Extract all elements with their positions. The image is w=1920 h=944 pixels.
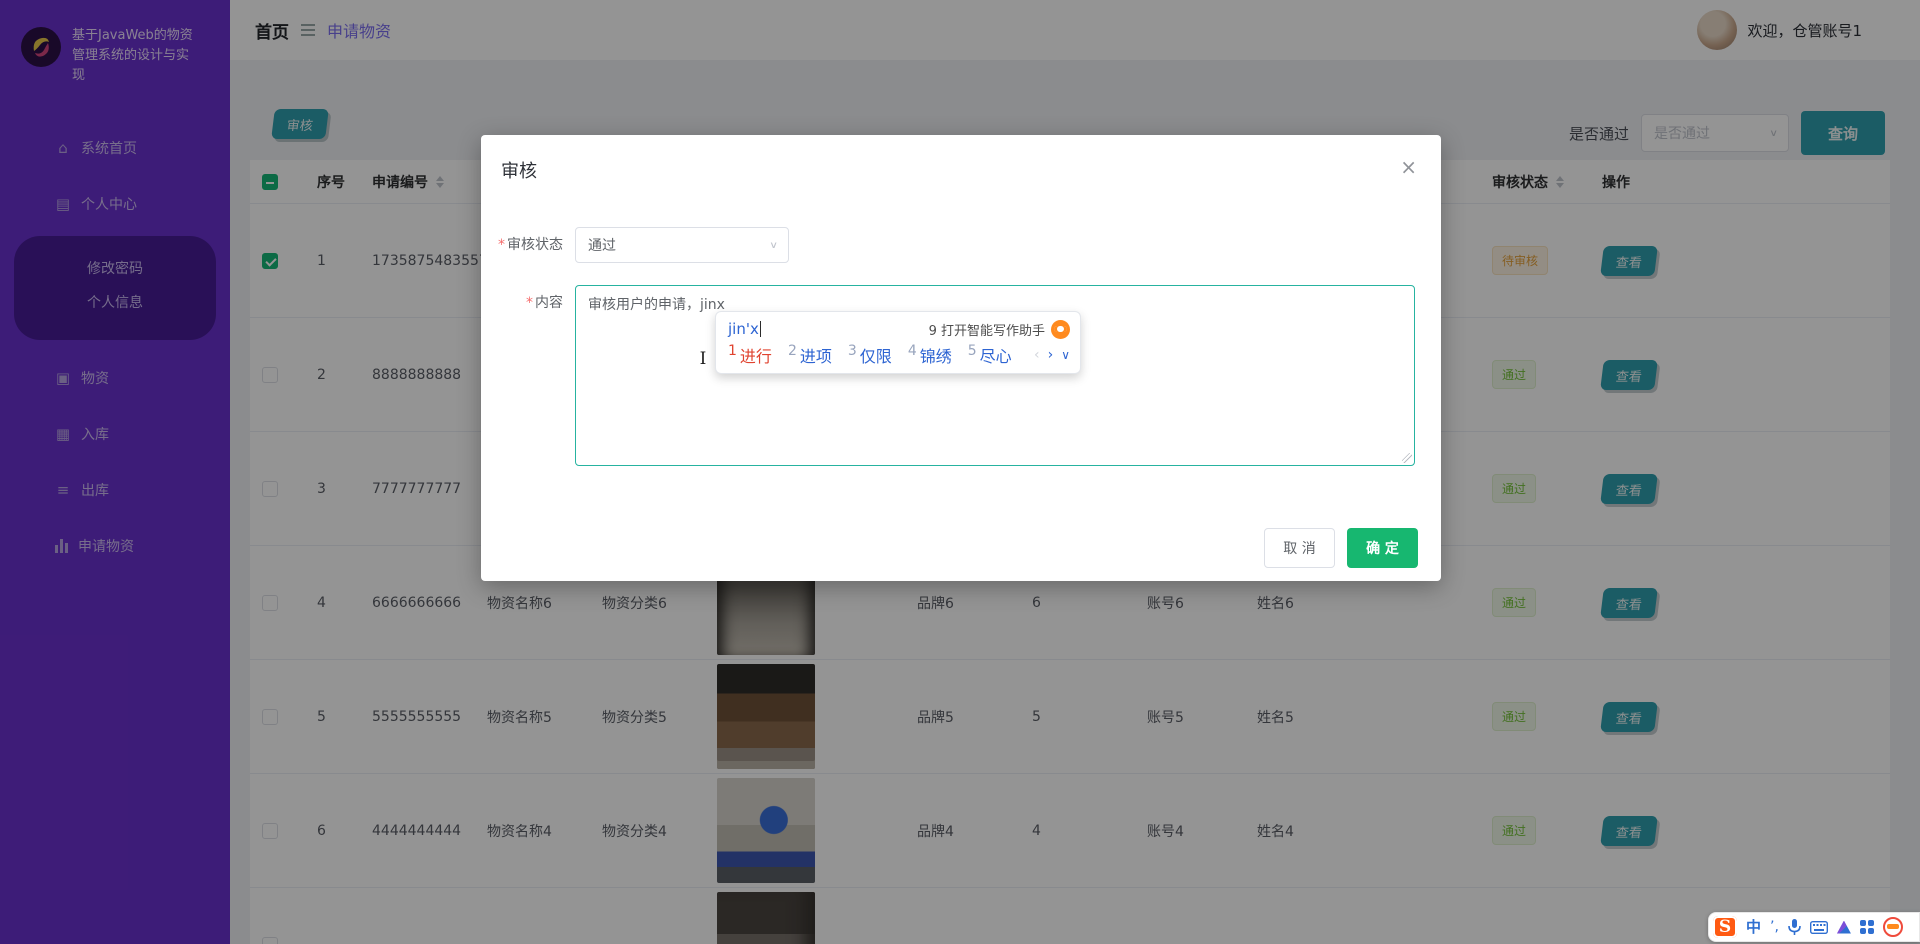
ime-candidate[interactable]: 5尽心: [968, 343, 1012, 367]
writing-assistant-icon[interactable]: [1051, 320, 1070, 339]
ime-candidate-list: 1进行 2进项 3仅限 4锦绣 5尽心 ‹ › ∨: [728, 341, 1070, 369]
resize-handle-icon[interactable]: [1402, 453, 1412, 463]
required-asterisk: *: [498, 237, 505, 253]
ime-candidate[interactable]: 2进项: [788, 343, 832, 367]
ime-candidate-window: jin'x 9 打开智能写作助手 1进行 2进项 3仅限 4锦绣 5尽心 ‹ › ∨: [715, 311, 1081, 374]
content-field-label: *内容: [481, 285, 575, 466]
close-icon[interactable]: ×: [1400, 157, 1417, 177]
prev-page-icon[interactable]: ‹: [1034, 347, 1040, 363]
audit-dialog: 审核 × *审核状态 通过 ∨ *内容 审核用户的申请，jinx I jin'x…: [481, 135, 1441, 581]
sogou-logo-icon[interactable]: S: [1713, 916, 1737, 938]
confirm-button[interactable]: 确 定: [1347, 528, 1418, 568]
expand-icon[interactable]: ∨: [1061, 348, 1070, 362]
chinese-mode-icon[interactable]: 中: [1746, 919, 1761, 935]
emoji-assistant-icon[interactable]: [1883, 917, 1903, 937]
ime-candidate[interactable]: 1进行: [728, 343, 772, 367]
microphone-icon[interactable]: [1788, 919, 1801, 936]
ime-candidate[interactable]: 4锦绣: [908, 343, 952, 367]
dialog-title: 审核: [501, 157, 537, 183]
audit-status-value: 通过: [588, 235, 769, 255]
ime-caret: [760, 321, 761, 337]
ime-composition: jin'x: [728, 320, 759, 338]
required-asterisk: *: [526, 295, 533, 311]
keyboard-icon[interactable]: [1810, 921, 1828, 934]
toolbox-icon[interactable]: [1860, 920, 1874, 934]
sogou-ime-toolbar: S 中 ’,: [1708, 912, 1920, 942]
status-field-label: *审核状态: [481, 227, 575, 263]
chevron-down-icon: ∨: [769, 239, 778, 250]
skin-theme-icon[interactable]: [1837, 921, 1851, 934]
cancel-button[interactable]: 取 消: [1264, 528, 1335, 568]
audit-status-select[interactable]: 通过 ∨: [575, 227, 789, 263]
ime-candidate[interactable]: 3仅限: [848, 343, 892, 367]
next-page-icon[interactable]: ›: [1048, 347, 1054, 363]
text-cursor-icon: I: [697, 351, 709, 368]
content-text: 审核用户的申请，jinx: [588, 297, 725, 313]
punctuation-icon[interactable]: ’,: [1770, 919, 1779, 935]
ime-assistant-hint[interactable]: 9 打开智能写作助手: [929, 320, 1070, 339]
